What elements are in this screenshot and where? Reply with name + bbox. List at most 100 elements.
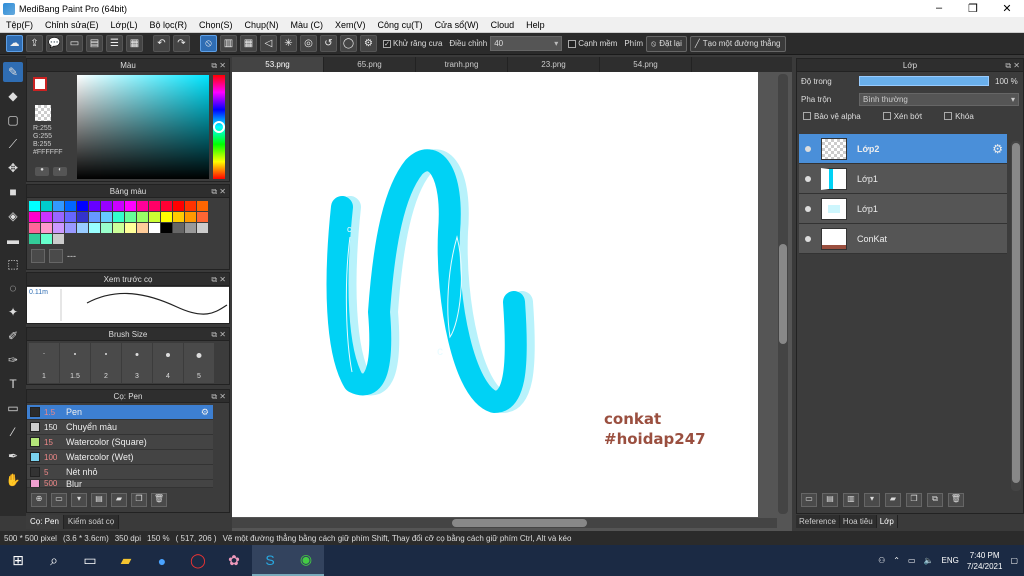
visibility-eye-icon[interactable] [805, 175, 811, 182]
visibility-eye-icon[interactable] [805, 205, 811, 212]
volume-icon[interactable]: 🔈 [924, 556, 934, 565]
list-icon[interactable]: ☰ [106, 35, 123, 52]
snap-off-icon[interactable]: ⦸ [200, 35, 217, 52]
palette-swatch[interactable] [101, 212, 112, 222]
menu-edit[interactable]: Chỉnh sửa(E) [39, 20, 105, 30]
visibility-eye-icon[interactable] [805, 145, 811, 152]
panel-controls-icon[interactable]: ⧉ ✕ [211, 390, 226, 403]
palette-swatch[interactable] [185, 212, 196, 222]
drawing-canvas[interactable]: c c conkat #hoidap247 [232, 72, 758, 517]
palette-swatch[interactable] [41, 201, 52, 211]
size-option[interactable]: 3 [122, 343, 152, 383]
bucket-tool-icon[interactable]: ◈ [3, 206, 23, 226]
layer-row[interactable]: Lớp1 [799, 194, 1007, 224]
brush-item-pen[interactable]: 1.5 Pen ⚙ [27, 405, 213, 420]
menu-help[interactable]: Help [520, 20, 551, 30]
size-option[interactable]: 1.5 [60, 343, 90, 383]
file-tab[interactable]: 65.png [324, 57, 416, 72]
chat-icon[interactable]: 💬 [46, 35, 63, 52]
select-eraser-tool-icon[interactable]: ✑ [3, 350, 23, 370]
brush-menu-icon[interactable]: ▾ [71, 493, 87, 507]
duplicate-icon[interactable]: ❐ [131, 493, 147, 507]
trash-icon[interactable]: 🗑 [948, 493, 964, 507]
tab-reference[interactable]: Reference [796, 515, 840, 528]
close-button[interactable]: ✕ [990, 2, 1024, 15]
palette-swatch[interactable] [137, 223, 148, 233]
language-indicator[interactable]: ENG [942, 556, 959, 565]
clipping-checkbox[interactable]: Xén bớt [882, 112, 922, 121]
task-view-icon[interactable]: ▭ [72, 545, 108, 576]
snap-ellipse-icon[interactable]: ◯ [340, 35, 357, 52]
minimize-button[interactable]: – [922, 2, 956, 15]
opacity-slider[interactable] [859, 76, 989, 86]
palette-swatch[interactable] [29, 223, 40, 233]
palette-swatch[interactable] [173, 223, 184, 233]
panel-controls-icon[interactable]: ⧉ ✕ [1005, 59, 1020, 72]
layer-row[interactable]: Lớp1 [799, 164, 1007, 194]
menu-filter[interactable]: Bộ lọc(R) [143, 20, 193, 30]
opera-icon[interactable]: ◯ [180, 545, 216, 576]
palette-swatch[interactable] [89, 212, 100, 222]
palette-swatch[interactable] [101, 223, 112, 233]
tab-brush-control[interactable]: Kiểm soát cọ [63, 515, 120, 529]
divide-tool-icon[interactable]: ▭ [3, 398, 23, 418]
palette-swatch[interactable] [173, 212, 184, 222]
palette-swatch[interactable] [77, 212, 88, 222]
gear-icon[interactable]: ⚙ [992, 142, 1003, 156]
menu-view[interactable]: Xem(V) [329, 20, 372, 30]
add-brush-icon[interactable]: ⊕ [31, 493, 47, 507]
palette-swatch[interactable] [77, 223, 88, 233]
size-option[interactable]: 1 [29, 343, 59, 383]
palette-swatch[interactable] [53, 201, 64, 211]
palette-swatch[interactable] [113, 212, 124, 222]
move-tool-icon[interactable]: ✥ [3, 158, 23, 178]
file-tab[interactable]: 23.png [508, 57, 600, 72]
panel-controls-icon[interactable]: ⧉ ✕ [211, 273, 226, 286]
hand-tool-icon[interactable]: ✋ [3, 470, 23, 490]
settings-icon[interactable]: ⚙ [360, 35, 377, 52]
network-icon[interactable]: ▭ [908, 556, 916, 565]
new-1bit-layer-icon[interactable]: ▥ [843, 493, 859, 507]
new-layer-icon[interactable]: ▭ [801, 493, 817, 507]
antialias-checkbox[interactable]: ✓ Khử răng cưa [383, 39, 442, 48]
line-tool-icon[interactable]: ⟋ [3, 134, 23, 154]
alpha-protect-checkbox[interactable]: Bảo vệ alpha [803, 112, 861, 121]
people-icon[interactable]: ⚇ [878, 556, 885, 565]
reset-button[interactable]: ⦸ Đặt lại [646, 35, 687, 52]
layer-row[interactable]: Lớp2 ⚙ [799, 134, 1007, 164]
file-tab[interactable]: 53.png [232, 57, 324, 72]
folder-icon[interactable]: ▰ [885, 493, 901, 507]
menu-snap[interactable]: Chụp(N) [239, 20, 285, 30]
palette-swatch[interactable] [101, 201, 112, 211]
palette-swatch[interactable] [197, 212, 208, 222]
palette-swatch[interactable] [137, 201, 148, 211]
palette-swatch[interactable] [125, 201, 136, 211]
snap-circle-icon[interactable]: ◎ [300, 35, 317, 52]
size-option[interactable]: 5 [184, 343, 214, 383]
select-tool-icon[interactable]: ⬚ [3, 254, 23, 274]
palette-swatch[interactable] [149, 212, 160, 222]
palette-swatch[interactable] [113, 223, 124, 233]
brush-item-watercolor-wet[interactable]: 100 Watercolor (Wet) [27, 450, 213, 465]
windows-start-icon[interactable]: ⊞ [0, 545, 36, 576]
pen-tool-icon[interactable]: ✒ [3, 446, 23, 466]
brush-item-gradient[interactable]: 150 Chuyển màu [27, 420, 213, 435]
size-option[interactable]: 4 [153, 343, 183, 383]
palette-swatch[interactable] [197, 201, 208, 211]
duplicate-layer-icon[interactable]: ❐ [906, 493, 922, 507]
color-swap-button[interactable]: ◐ [53, 167, 67, 176]
palette-swatch[interactable] [29, 201, 40, 211]
upload-icon[interactable]: ⇪ [26, 35, 43, 52]
adjust-select[interactable]: 40 [490, 36, 563, 51]
palette-swatch[interactable] [65, 212, 76, 222]
palette-swatch[interactable] [113, 201, 124, 211]
palette-swatch[interactable] [41, 212, 52, 222]
palette-swatch[interactable] [41, 223, 52, 233]
delete-palette-icon[interactable] [49, 249, 63, 263]
brush-item-watercolor-square[interactable]: 15 Watercolor (Square) [27, 435, 213, 450]
menu-tools[interactable]: Công cụ(T) [372, 20, 429, 30]
panel-controls-icon[interactable]: ⧉ ✕ [211, 59, 226, 72]
brush-tool-icon[interactable]: ✎ [3, 62, 23, 82]
snap-perspective-icon[interactable]: ◁ [260, 35, 277, 52]
lock-checkbox[interactable]: Khóa [944, 112, 974, 121]
